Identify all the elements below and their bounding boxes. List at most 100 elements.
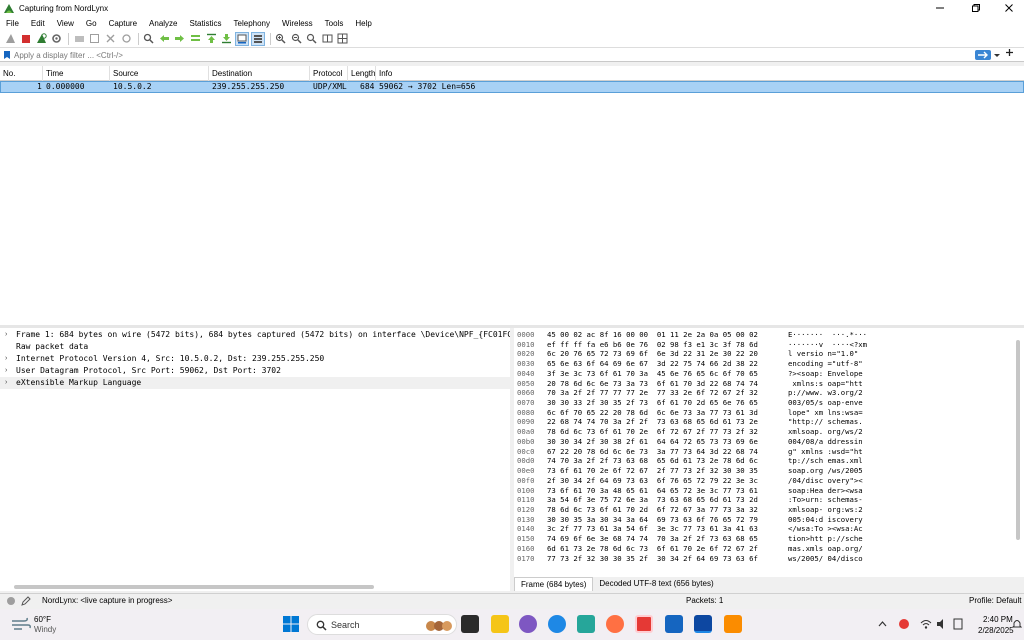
display-filter-input[interactable]: [14, 49, 969, 61]
maximize-button[interactable]: [961, 0, 991, 16]
packet-bytes-pane: 0000 45 00 02 ac 8f 16 00 00 01 11 2e 2a …: [514, 328, 1024, 577]
column-header-source[interactable]: Source: [110, 66, 209, 81]
vertical-scrollbar[interactable]: [1016, 340, 1020, 540]
last-packet-button[interactable]: [220, 32, 234, 46]
menu-analyze[interactable]: Analyze: [143, 19, 183, 28]
menu-telephony[interactable]: Telephony: [228, 19, 276, 28]
hex-offset: 0070: [517, 398, 535, 408]
menu-go[interactable]: Go: [80, 19, 103, 28]
stop-capture-button[interactable]: [19, 32, 33, 46]
clock-time[interactable]: 2:40 PM: [983, 615, 1013, 624]
reload-icon: [122, 34, 131, 43]
column-header-protocol[interactable]: Protocol: [310, 66, 348, 81]
copilot-icon[interactable]: [519, 615, 537, 633]
notepad-icon[interactable]: [665, 615, 683, 633]
chevron-up-icon[interactable]: [878, 620, 887, 628]
status-bar: NordLynx: <live capture in progress> Pac…: [0, 593, 1024, 608]
packet-source: 10.5.0.2: [113, 82, 152, 91]
menu-capture[interactable]: Capture: [103, 19, 143, 28]
windows-start-icon[interactable]: [283, 616, 299, 632]
close-button[interactable]: [994, 0, 1024, 16]
vpn-status-icon[interactable]: [898, 618, 910, 630]
find-packet-button[interactable]: [142, 32, 156, 46]
minimize-button[interactable]: [925, 0, 955, 16]
battery-icon[interactable]: [952, 618, 964, 630]
chevron-right-icon[interactable]: ›: [5, 353, 7, 365]
restart-capture-button[interactable]: [34, 32, 48, 46]
layout-button[interactable]: [336, 32, 350, 46]
open-file-button[interactable]: [72, 32, 86, 46]
tree-item-xml[interactable]: › eXtensible Markup Language: [0, 377, 510, 389]
status-profile[interactable]: Profile: Default: [969, 596, 1021, 605]
chevron-right-icon[interactable]: ›: [5, 365, 7, 377]
menu-statistics[interactable]: Statistics: [184, 19, 228, 28]
wifi-icon[interactable]: [920, 618, 932, 630]
tab-frame-bytes[interactable]: Frame (684 bytes): [514, 577, 594, 591]
apply-filter-button[interactable]: [975, 50, 991, 60]
chrome-icon[interactable]: [577, 615, 595, 633]
chevron-down-icon: [994, 54, 1000, 57]
packet-row[interactable]: 1 0.000000 10.5.0.2 239.255.255.250 UDP/…: [0, 81, 1024, 93]
edge-icon[interactable]: [548, 615, 566, 633]
clock-date[interactable]: 2/28/2025: [978, 626, 1014, 635]
menu-tools[interactable]: Tools: [319, 19, 350, 28]
hex-offset: 0160: [517, 543, 535, 553]
file-explorer-icon[interactable]: [491, 615, 509, 633]
filter-history-dropdown[interactable]: [993, 50, 1001, 62]
edit-comment-icon[interactable]: [21, 596, 31, 606]
tree-item-raw[interactable]: Raw packet data: [0, 341, 510, 353]
zoom-in-button[interactable]: [274, 32, 288, 46]
resize-columns-button[interactable]: [320, 32, 334, 46]
hex-ascii: l versio n="1.0": [788, 349, 863, 359]
snipping-tool-icon[interactable]: [724, 615, 742, 633]
reload-button[interactable]: [119, 32, 133, 46]
start-capture-button[interactable]: [3, 32, 17, 46]
add-filter-button-button[interactable]: [1005, 48, 1014, 61]
menu-edit[interactable]: Edit: [25, 19, 51, 28]
chevron-right-icon[interactable]: ›: [5, 377, 7, 389]
column-header-info[interactable]: Info: [376, 66, 1024, 81]
weather-icon[interactable]: [10, 615, 32, 633]
expert-info-icon[interactable]: [6, 596, 16, 606]
horizontal-scrollbar[interactable]: [14, 585, 374, 589]
go-to-packet-button[interactable]: [189, 32, 203, 46]
column-header-length[interactable]: Length: [348, 66, 376, 81]
column-header-time[interactable]: Time: [43, 66, 110, 81]
firefox-icon[interactable]: [606, 615, 624, 633]
magnifier-icon: [144, 33, 154, 44]
menu-wireless[interactable]: Wireless: [276, 19, 319, 28]
tree-item-frame[interactable]: › Frame 1: 684 bytes on wire (5472 bits)…: [0, 329, 510, 341]
go-back-button[interactable]: [157, 32, 171, 46]
zoom-out-button[interactable]: [289, 32, 303, 46]
menu-help[interactable]: Help: [349, 19, 377, 28]
save-file-button[interactable]: [88, 32, 102, 46]
zoom-reset-button[interactable]: [305, 32, 319, 46]
capture-options-button[interactable]: [50, 32, 64, 46]
taskbar-search-box[interactable]: Search: [307, 614, 457, 635]
first-packet-button[interactable]: [204, 32, 218, 46]
menu-view[interactable]: View: [51, 19, 80, 28]
bookmark-icon[interactable]: [3, 50, 11, 60]
menu-file[interactable]: File: [0, 19, 25, 28]
windows-taskbar: 60°F Windy Search 2:40 PM 2/28/2025: [0, 609, 1024, 640]
notification-bell-icon[interactable]: [1012, 618, 1022, 630]
tab-decoded-text[interactable]: Decoded UTF-8 text (656 bytes): [593, 577, 719, 591]
task-view-icon[interactable]: [461, 615, 479, 633]
arrow-bottom-icon: [222, 34, 232, 44]
tree-item-udp[interactable]: › User Datagram Protocol, Src Port: 5906…: [0, 365, 510, 377]
go-forward-button[interactable]: [173, 32, 187, 46]
tree-item-label: User Datagram Protocol, Src Port: 59062,…: [16, 366, 281, 375]
volume-icon[interactable]: [936, 618, 948, 630]
hex-bytes: 70 3a 2f 2f 77 77 77 2e 77 33 2e 6f 72 6…: [547, 388, 758, 398]
column-header-destination[interactable]: Destination: [209, 66, 310, 81]
wireshark-taskbar-icon[interactable]: [694, 615, 712, 633]
column-header-no[interactable]: No.: [0, 66, 43, 81]
close-file-button[interactable]: [104, 32, 118, 46]
tree-item-ipv4[interactable]: › Internet Protocol Version 4, Src: 10.5…: [0, 353, 510, 365]
chevron-right-icon[interactable]: ›: [5, 329, 7, 341]
packet-length: 684: [360, 82, 375, 91]
hex-bytes: 78 6d 6c 73 6f 61 70 2d 6f 72 67 3a 77 7…: [547, 504, 758, 514]
autoscroll-button[interactable]: [235, 31, 250, 46]
word-icon[interactable]: [635, 615, 653, 633]
colorize-button[interactable]: [250, 31, 265, 46]
